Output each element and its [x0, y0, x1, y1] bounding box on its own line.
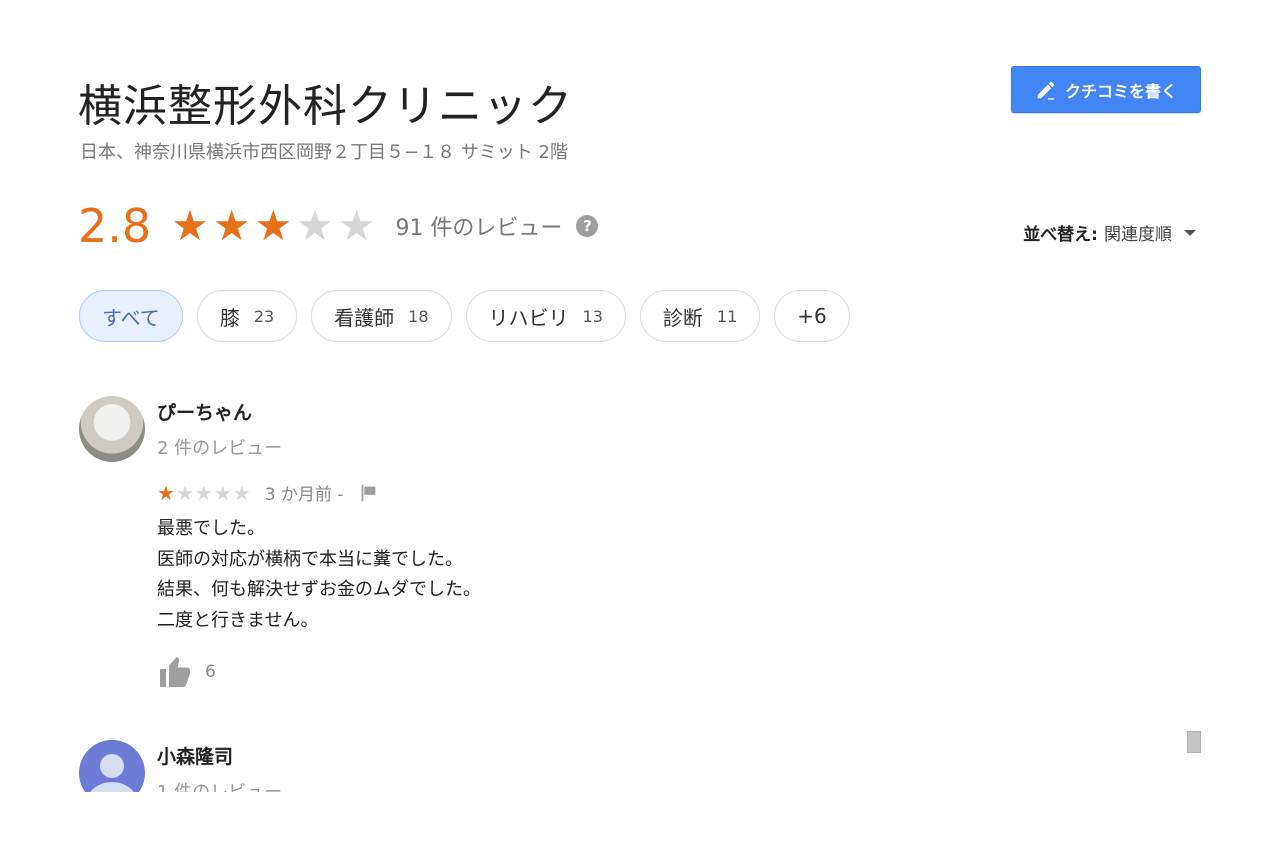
- write-review-button[interactable]: クチコミを書く: [1011, 66, 1201, 113]
- star-icon: ★: [171, 201, 209, 250]
- chip-label: すべて: [102, 305, 160, 330]
- filter-chip-knee[interactable]: 膝 23: [196, 290, 298, 342]
- reviewer-name[interactable]: 小森隆司: [157, 742, 233, 769]
- reviewer-name[interactable]: ぴーちゃん: [157, 398, 252, 425]
- filter-chip-more[interactable]: +6: [774, 290, 850, 342]
- chip-label: リハビリ: [488, 305, 569, 330]
- chip-count: 11: [716, 306, 738, 326]
- page-title: 横浜整形外科クリニック: [78, 81, 573, 132]
- star-icon: ★: [194, 480, 213, 505]
- bottom-clip: [0, 792, 1280, 847]
- filter-chips: すべて 膝 23 看護師 18 リハビリ 13 診断 11 +6: [79, 290, 850, 342]
- review-stars: ★ ★ ★ ★ ★: [157, 483, 251, 503]
- chip-label: 膝: [219, 305, 240, 330]
- caret-down-icon: [1184, 229, 1196, 236]
- chip-label: 診断: [662, 305, 703, 330]
- star-icon: ★: [232, 480, 251, 505]
- review-text-line: 医師の対応が横柄で本当に糞でした。: [157, 548, 463, 570]
- review-text-line: 結果、何も解決せずお金のムダでした。: [157, 579, 481, 600]
- chip-label: +6: [797, 304, 827, 328]
- rating-summary: 2.8 ★ ★ ★ ★ ★ 91 件のレビュー ?: [78, 196, 599, 256]
- chip-count: 18: [408, 306, 429, 326]
- star-icon: ★: [337, 201, 376, 250]
- rating-stars: ★ ★ ★ ★ ★: [171, 205, 375, 247]
- chip-count: 23: [253, 306, 275, 326]
- like-button[interactable]: 6: [157, 654, 216, 690]
- filter-chip-all[interactable]: すべて: [79, 290, 183, 342]
- chip-count: 13: [582, 306, 603, 326]
- scrollbar-thumb[interactable]: [1187, 731, 1201, 753]
- filter-chip-diagnosis[interactable]: 診断 11: [639, 290, 761, 342]
- flag-icon[interactable]: [357, 482, 379, 504]
- review-count[interactable]: 91 件のレビュー: [395, 210, 562, 242]
- chip-label: 看護師: [334, 305, 395, 330]
- like-count: 6: [205, 662, 216, 682]
- avatar-head: [100, 754, 124, 778]
- review-time: 3 か月前 -: [264, 485, 344, 505]
- help-icon[interactable]: ?: [576, 215, 599, 237]
- filter-chip-rehab[interactable]: リハビリ 13: [465, 290, 626, 342]
- star-icon: ★: [213, 480, 232, 505]
- filter-chip-nurse[interactable]: 看護師 18: [311, 290, 452, 342]
- rating-value: 2.8: [78, 199, 152, 253]
- pencil-icon: [1037, 81, 1055, 100]
- review-rating-line: ★ ★ ★ ★ ★ 3 か月前 -: [157, 480, 379, 505]
- write-review-label: クチコミを書く: [1064, 81, 1177, 101]
- sort-label: 並べ替え:: [1023, 225, 1098, 245]
- avatar[interactable]: [79, 396, 145, 462]
- place-address: 日本、神奈川県横浜市西区岡野２丁目５−１８ サミット 2階: [80, 142, 568, 163]
- star-icon: ★: [157, 480, 175, 505]
- thumbs-up-icon: [160, 657, 190, 687]
- star-icon: ★: [254, 201, 293, 250]
- review-text-line: 最悪でした。: [157, 518, 265, 539]
- star-icon: ★: [296, 201, 334, 250]
- star-icon: ★: [212, 201, 251, 250]
- review-text-line: 二度と行きません。: [157, 609, 319, 631]
- reviewer-meta: 2 件のレビュー: [157, 438, 283, 459]
- sort-dropdown[interactable]: 並べ替え: 関連度順: [1023, 220, 1196, 245]
- star-icon: ★: [175, 480, 194, 505]
- review-text: 最悪でした。 医師の対応が横柄で本当に糞でした。 結果、何も解決せずお金のムダで…: [157, 514, 757, 636]
- sort-value: 関連度順: [1104, 225, 1172, 245]
